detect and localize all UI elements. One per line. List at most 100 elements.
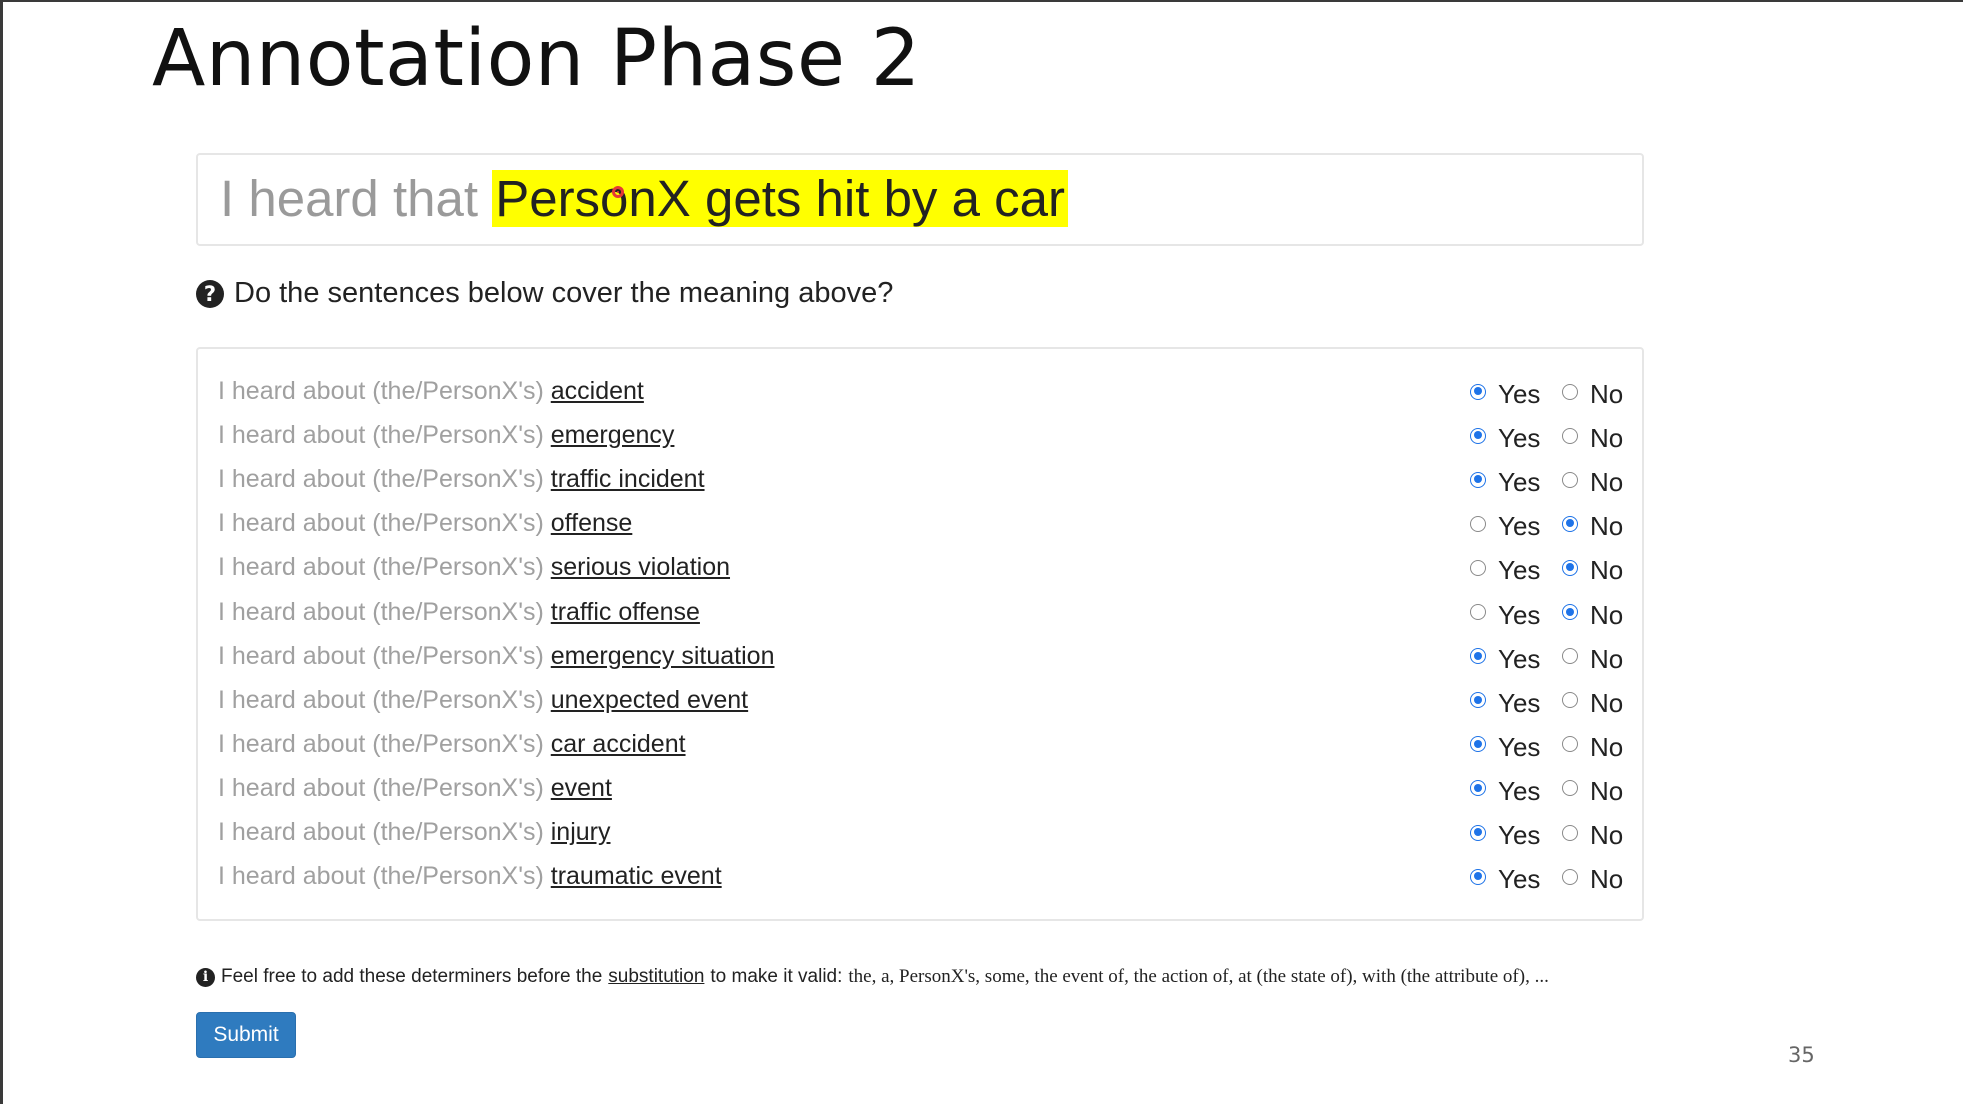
no-label: No <box>1590 643 1624 674</box>
row-sentence: I heard about (the/PersonX's) traffic in… <box>218 465 705 494</box>
row-prefix: I heard about (the/PersonX's) <box>218 597 544 626</box>
row-substitution: serious violation <box>550 553 731 582</box>
row-substitution: unexpected event <box>550 685 749 714</box>
yes-label: Yes <box>1498 423 1541 454</box>
row-prefix: I heard about (the/PersonX's) <box>218 685 544 714</box>
hint-text-before: Feel free to add these determiners befor… <box>221 966 603 987</box>
no-option[interactable]: No <box>1562 511 1623 542</box>
slide-left-border <box>0 0 3 1104</box>
no-option[interactable]: No <box>1562 820 1623 851</box>
yes-option[interactable]: Yes <box>1470 555 1540 586</box>
row-prefix: I heard about (the/PersonX's) <box>218 377 544 405</box>
no-radio[interactable] <box>1562 736 1578 753</box>
yes-radio[interactable] <box>1470 692 1486 709</box>
yes-radio[interactable] <box>1470 515 1486 532</box>
yes-radio[interactable] <box>1470 648 1486 665</box>
yes-radio[interactable] <box>1470 780 1486 797</box>
yes-radio[interactable] <box>1470 824 1486 841</box>
row-sentence: I heard about (the/PersonX's) emergency <box>218 421 674 450</box>
no-radio[interactable] <box>1562 427 1578 444</box>
row-substitution: emergency situation <box>550 641 775 670</box>
row-sentence: I heard about (the/PersonX's) accident <box>218 377 644 406</box>
yes-label: Yes <box>1498 687 1541 718</box>
yes-label: Yes <box>1498 643 1541 674</box>
no-radio[interactable] <box>1562 648 1578 665</box>
row-prefix: I heard about (the/PersonX's) <box>218 862 544 891</box>
no-radio[interactable] <box>1562 515 1578 532</box>
row-sentence: I heard about (the/PersonX's) injury <box>218 818 611 847</box>
row-substitution: traffic incident <box>550 465 705 494</box>
no-option[interactable]: No <box>1562 688 1623 719</box>
yes-option[interactable]: Yes <box>1470 644 1540 675</box>
row-prefix: I heard about (the/PersonX's) <box>218 553 544 582</box>
no-radio[interactable] <box>1562 559 1578 576</box>
no-radio[interactable] <box>1562 692 1578 709</box>
yes-option[interactable]: Yes <box>1470 820 1540 851</box>
row-substitution: event <box>550 773 612 802</box>
list-item: I heard about (the/PersonX's) injury Yes N… <box>198 814 1642 854</box>
list-item: I heard about (the/PersonX's) serious vi… <box>198 549 1642 589</box>
yes-option[interactable]: Yes <box>1470 688 1540 719</box>
yes-option[interactable]: Yes <box>1470 776 1540 807</box>
yes-option[interactable]: Yes <box>1470 511 1540 542</box>
yes-radio[interactable] <box>1470 427 1486 444</box>
no-option[interactable]: No <box>1562 600 1623 631</box>
hint-note: i Feel free to add these determiners bef… <box>196 966 1549 988</box>
yes-option[interactable]: Yes <box>1470 864 1540 895</box>
no-label: No <box>1590 423 1624 454</box>
yes-label: Yes <box>1498 864 1541 895</box>
slide-title: Annotation Phase 2 <box>152 14 921 104</box>
no-option[interactable]: No <box>1562 379 1623 410</box>
no-radio[interactable] <box>1562 780 1578 797</box>
row-substitution: traffic offense <box>550 597 700 626</box>
no-radio[interactable] <box>1562 604 1578 620</box>
no-radio[interactable] <box>1562 383 1578 400</box>
yes-option[interactable]: Yes <box>1470 467 1540 498</box>
no-option[interactable]: No <box>1562 644 1623 675</box>
list-item: I heard about (the/PersonX's) emergency … <box>198 638 1642 678</box>
no-radio[interactable] <box>1562 824 1578 841</box>
info-circle-icon: i <box>196 967 215 987</box>
row-substitution: emergency <box>550 421 675 450</box>
no-option[interactable]: No <box>1562 864 1623 895</box>
yes-option[interactable]: Yes <box>1470 600 1540 631</box>
yes-radio[interactable] <box>1470 383 1486 400</box>
row-substitution: car accident <box>550 729 686 758</box>
no-option[interactable]: No <box>1562 776 1623 807</box>
row-prefix: I heard about (the/PersonX's) <box>218 818 544 846</box>
determiners-list: the, a, PersonX's, some, the event of, t… <box>848 966 1549 987</box>
premise-sentence: I heard that PersonX gets hit by a car <box>220 169 1068 229</box>
no-option[interactable]: No <box>1562 555 1623 586</box>
yes-radio[interactable] <box>1470 868 1486 885</box>
list-item: I heard about (the/PersonX's) emergency Y… <box>198 417 1642 457</box>
list-item: I heard about (the/PersonX's) traffic of… <box>198 594 1642 634</box>
row-substitution: injury <box>550 818 611 846</box>
yes-radio[interactable] <box>1470 604 1486 620</box>
row-substitution: offense <box>550 509 633 538</box>
yes-radio[interactable] <box>1470 471 1486 488</box>
row-sentence: I heard about (the/PersonX's) car accide… <box>218 730 686 759</box>
no-radio[interactable] <box>1562 471 1578 488</box>
yes-option[interactable]: Yes <box>1470 379 1540 410</box>
row-sentence: I heard about (the/PersonX's) serious vi… <box>218 553 730 582</box>
row-sentence: I heard about (the/PersonX's) traumatic … <box>218 862 722 891</box>
no-option[interactable]: No <box>1562 467 1623 498</box>
no-option[interactable]: No <box>1562 423 1623 454</box>
question-circle-icon: ? <box>196 279 224 308</box>
row-prefix: I heard about (the/PersonX's) <box>218 641 544 670</box>
yes-option[interactable]: Yes <box>1470 732 1540 763</box>
mouse-cursor-icon <box>612 186 624 198</box>
yes-option[interactable]: Yes <box>1470 423 1540 454</box>
yes-radio[interactable] <box>1470 736 1486 753</box>
submit-button[interactable]: Submit <box>196 1012 296 1058</box>
question-prompt: ? Do the sentences below cover the meani… <box>196 277 893 310</box>
yes-radio[interactable] <box>1470 559 1486 576</box>
row-sentence: I heard about (the/PersonX's) offense <box>218 509 632 538</box>
no-label: No <box>1590 511 1624 542</box>
list-item: I heard about (the/PersonX's) accident Ye… <box>198 373 1642 413</box>
yes-label: Yes <box>1498 820 1541 850</box>
substitution-link[interactable]: substitution <box>608 966 704 988</box>
row-prefix: I heard about (the/PersonX's) <box>218 465 544 494</box>
no-option[interactable]: No <box>1562 732 1623 763</box>
no-radio[interactable] <box>1562 868 1578 885</box>
